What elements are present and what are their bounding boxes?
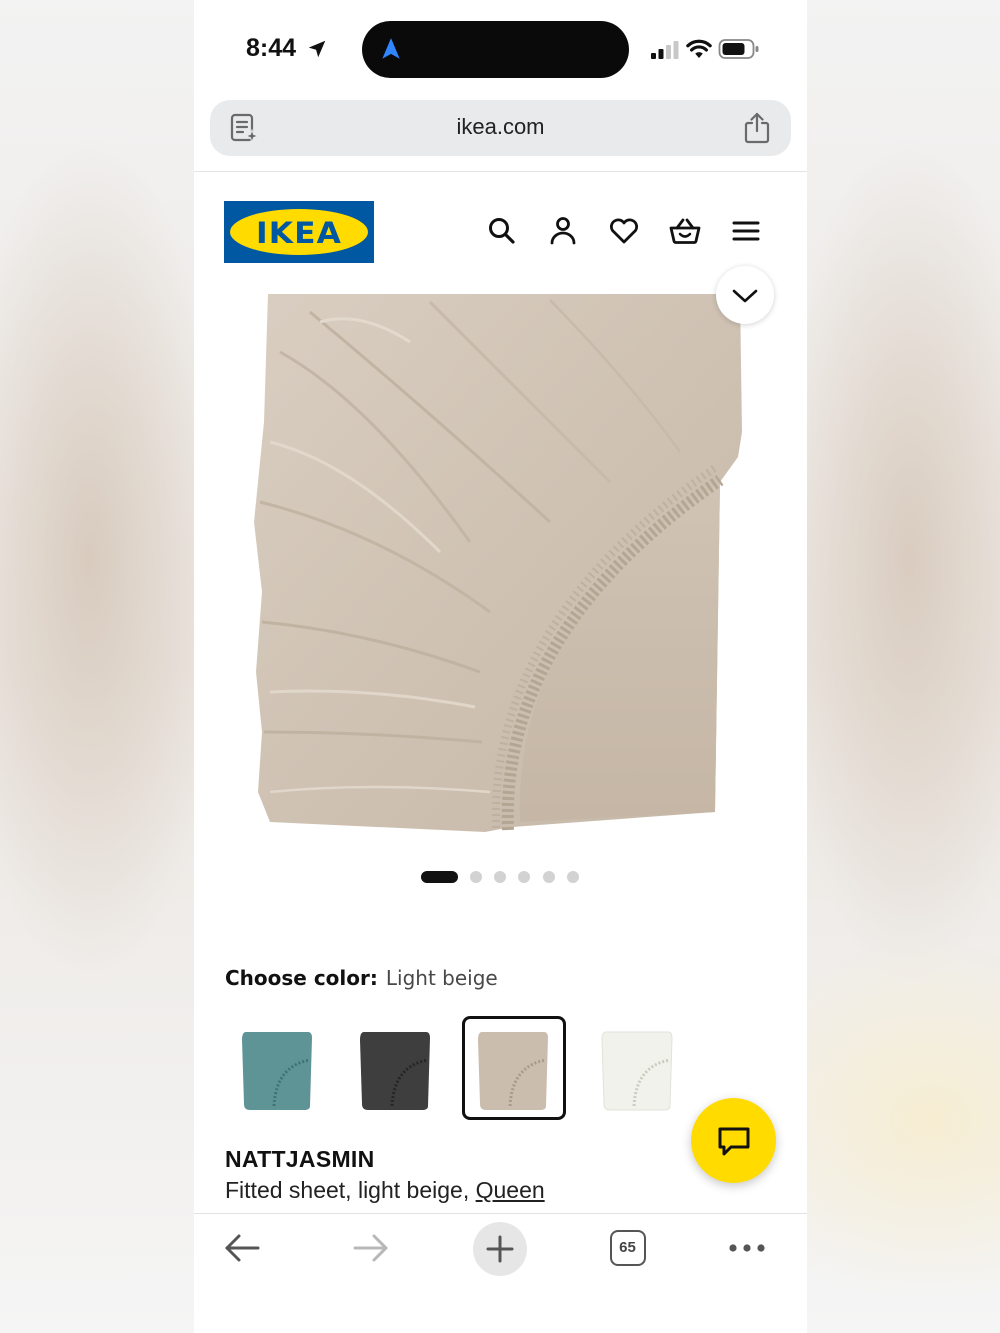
swatch-sheet-image <box>601 1031 673 1111</box>
carousel-dot[interactable] <box>494 871 506 883</box>
share-icon[interactable] <box>742 111 772 145</box>
basket-icon[interactable] <box>668 214 702 248</box>
carousel-dot[interactable] <box>518 871 530 883</box>
url-text[interactable]: ikea.com <box>210 114 791 140</box>
chat-icon <box>718 1127 750 1156</box>
new-tab-button[interactable] <box>473 1222 527 1276</box>
chat-button[interactable] <box>691 1098 776 1183</box>
logo-text: IKEA <box>256 216 342 250</box>
product-description-text: Fitted sheet, light beige, <box>225 1177 470 1203</box>
wishlist-toggle-button[interactable] <box>716 266 774 324</box>
address-bar[interactable]: ikea.com <box>210 100 791 156</box>
search-icon[interactable] <box>485 214 519 248</box>
dynamic-island <box>362 21 629 78</box>
chevron-down-icon <box>732 289 758 303</box>
phone-screen: 8:44 ikea.com IKEA Choose color: Light b… <box>194 0 807 1333</box>
cellular-signal-icon <box>651 41 679 59</box>
menu-icon[interactable] <box>729 214 763 248</box>
swatch-sheet-image <box>478 1032 548 1110</box>
ikea-logo[interactable]: IKEA <box>224 201 374 263</box>
status-bar: 8:44 <box>194 0 807 95</box>
swatch-sheet-image <box>360 1032 430 1110</box>
browser-toolbar: 65 <box>194 1213 807 1333</box>
carousel-dot-active[interactable] <box>421 871 458 883</box>
account-icon[interactable] <box>546 214 580 248</box>
color-swatch-white[interactable] <box>586 1016 690 1120</box>
back-arrow-icon[interactable] <box>222 1230 262 1266</box>
color-chooser-heading: Choose color: Light beige <box>225 966 498 990</box>
battery-icon <box>718 39 759 59</box>
location-arrow-icon <box>308 40 326 58</box>
selected-color-value: Light beige <box>385 966 498 990</box>
color-swatch-light-beige[interactable] <box>462 1016 566 1120</box>
carousel-dot[interactable] <box>567 871 579 883</box>
tabs-overview-button[interactable]: 65 <box>610 1230 646 1266</box>
logo-oval: IKEA <box>230 209 368 255</box>
more-options-icon[interactable] <box>727 1242 767 1254</box>
wifi-icon <box>686 39 712 58</box>
swatch-sheet-image <box>242 1032 312 1110</box>
color-chooser-label: Choose color: <box>225 966 378 990</box>
carousel-dot[interactable] <box>470 871 482 883</box>
status-time: 8:44 <box>246 34 297 62</box>
product-size-link[interactable]: Queen <box>476 1177 545 1203</box>
divider <box>194 171 807 172</box>
product-name: NATTJASMIN <box>225 1146 375 1172</box>
carousel-dot[interactable] <box>543 871 555 883</box>
product-description: Fitted sheet, light beige, Queen <box>225 1177 545 1204</box>
color-swatch-teal[interactable] <box>226 1016 330 1120</box>
forward-arrow-icon[interactable] <box>351 1230 391 1266</box>
tab-count: 65 <box>619 1239 636 1256</box>
color-swatch-dark-grey[interactable] <box>344 1016 448 1120</box>
product-image[interactable] <box>250 292 750 844</box>
navigation-icon <box>382 38 400 59</box>
heart-icon[interactable] <box>607 214 641 248</box>
plus-icon <box>486 1235 514 1263</box>
